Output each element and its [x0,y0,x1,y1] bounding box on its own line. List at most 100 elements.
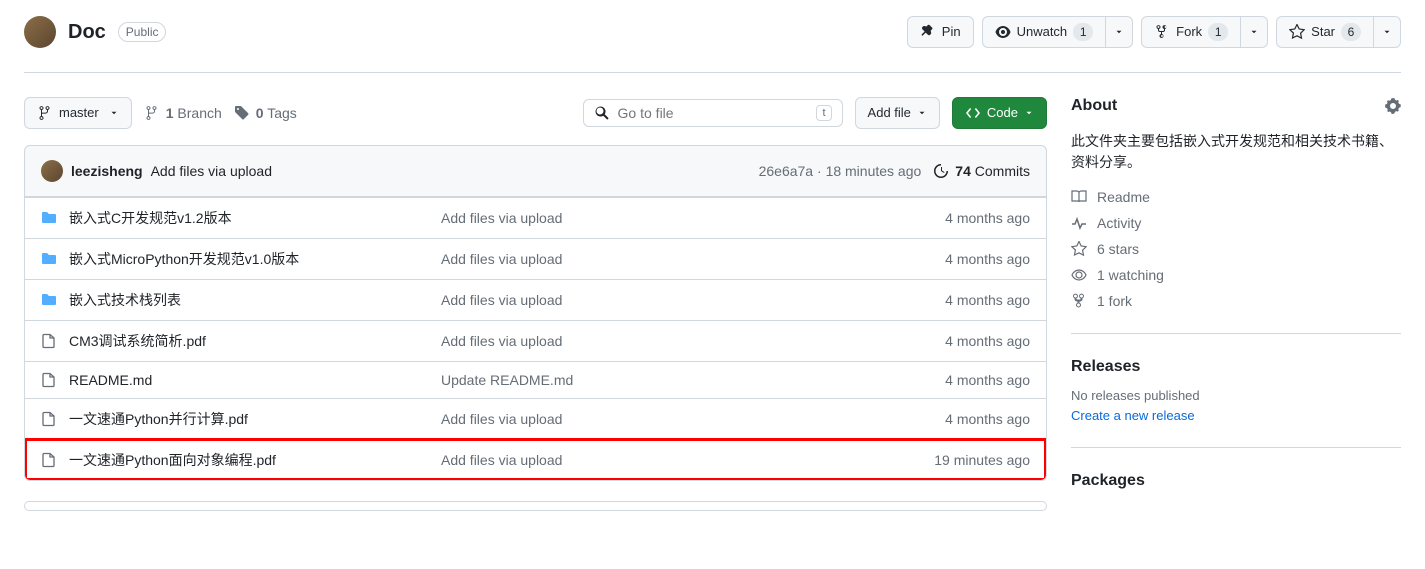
file-commit-message[interactable]: Update README.md [441,372,890,388]
releases-title: Releases [1071,358,1401,376]
activity-link[interactable]: Activity [1071,215,1401,231]
file-date: 19 minutes ago [890,452,1030,468]
star-icon [1071,241,1087,257]
pulse-icon [1071,215,1087,231]
forks-link[interactable]: 1 fork [1071,293,1401,309]
branch-select-button[interactable]: master [24,97,132,129]
pin-icon [920,24,936,40]
chevron-down-icon [1249,27,1259,37]
file-commit-message[interactable]: Add files via upload [441,411,890,427]
file-search[interactable]: t [583,99,843,127]
commit-author-avatar[interactable] [41,160,63,182]
fork-button[interactable]: Fork 1 [1141,16,1241,48]
branch-icon [37,105,53,121]
watch-label: Unwatch [1017,22,1068,42]
file-row[interactable]: 一文速通Python并行计算.pdf Add files via upload4 … [25,398,1046,439]
watch-dropdown[interactable] [1106,16,1133,48]
edit-about-button[interactable] [1385,98,1401,114]
pin-button[interactable]: Pin [907,16,974,48]
star-label: Star [1311,22,1335,42]
file-name[interactable]: 嵌入式技术栈列表 [69,290,181,310]
about-description: 此文件夹主要包括嵌入式开发规范和相关技术书籍、资料分享。 [1071,131,1401,173]
file-row[interactable]: README.md Update README.md4 months ago [25,361,1046,398]
fork-label: Fork [1176,22,1202,42]
watching-link[interactable]: 1 watching [1071,267,1401,283]
eye-icon [1071,267,1087,283]
branches-link[interactable]: 1 Branch [144,105,222,121]
file-date: 4 months ago [890,292,1030,308]
file-icon [41,452,57,468]
visibility-badge: Public [118,22,167,42]
file-commit-message[interactable]: Add files via upload [441,251,890,267]
commit-author[interactable]: leezisheng [71,163,143,179]
star-button[interactable]: Star 6 [1276,16,1374,48]
file-date: 4 months ago [890,372,1030,388]
add-file-button[interactable]: Add file [855,97,940,129]
repo-header: Doc Public Pin Unwatch 1 [24,0,1401,73]
code-icon [965,105,981,121]
file-commit-message[interactable]: Add files via upload [441,333,890,349]
gear-icon [1385,98,1401,114]
file-search-input[interactable] [618,105,809,121]
file-row[interactable]: 一文速通Python面向对象编程.pdf Add files via upload… [25,439,1046,480]
file-date: 4 months ago [890,210,1030,226]
commits-link[interactable]: 74 Commits [933,163,1030,179]
folder-icon [41,292,57,308]
branch-name: master [59,103,99,123]
chevron-down-icon [1114,27,1124,37]
repo-name[interactable]: Doc [68,21,106,44]
fork-count: 1 [1208,23,1228,41]
fork-icon [1154,24,1170,40]
folder-icon [41,251,57,267]
watch-button[interactable]: Unwatch 1 [982,16,1107,48]
tags-link[interactable]: 0 Tags [234,105,297,121]
file-name[interactable]: CM3调试系统简析.pdf [69,331,206,351]
file-commit-message[interactable]: Add files via upload [441,210,890,226]
commit-message[interactable]: Add files via upload [151,163,272,179]
book-icon [1071,189,1087,205]
folder-icon [41,210,57,226]
file-row[interactable]: 嵌入式技术栈列表 Add files via upload4 months ago [25,279,1046,320]
search-icon [594,105,610,121]
file-commit-message[interactable]: Add files via upload [441,292,890,308]
file-date: 4 months ago [890,251,1030,267]
file-name[interactable]: 一文速通Python面向对象编程.pdf [69,450,276,470]
file-date: 4 months ago [890,411,1030,427]
chevron-down-icon [1024,108,1034,118]
files-table: 嵌入式C开发规范v1.2版本Add files via upload4 mont… [24,197,1047,481]
packages-title: Packages [1071,472,1401,490]
readme-panel-top [24,501,1047,511]
star-icon [1289,24,1305,40]
file-name[interactable]: 嵌入式MicroPython开发规范v1.0版本 [69,249,299,269]
create-release-link[interactable]: Create a new release [1071,408,1195,423]
file-name[interactable]: 嵌入式C开发规范v1.2版本 [69,208,232,228]
commit-sha[interactable]: 26e6a7a [759,163,814,179]
file-date: 4 months ago [890,333,1030,349]
pin-label: Pin [942,22,961,42]
file-row[interactable]: 嵌入式MicroPython开发规范v1.0版本 Add files via up… [25,238,1046,279]
stars-link[interactable]: 6 stars [1071,241,1401,257]
owner-avatar[interactable] [24,16,56,48]
code-button[interactable]: Code [952,97,1047,129]
file-row[interactable]: CM3调试系统简析.pdf Add files via upload4 month… [25,320,1046,361]
eye-icon [995,24,1011,40]
file-icon [41,411,57,427]
readme-link[interactable]: Readme [1071,189,1401,205]
branch-icon [144,105,160,121]
no-releases-text: No releases published [1071,388,1401,403]
file-name[interactable]: README.md [69,372,152,388]
fork-dropdown[interactable] [1241,16,1268,48]
file-icon [41,372,57,388]
tag-icon [234,105,250,121]
file-icon [41,333,57,349]
file-row[interactable]: 嵌入式C开发规范v1.2版本 Add files via upload4 mont… [25,197,1046,238]
chevron-down-icon [109,108,119,118]
file-commit-message[interactable]: Add files via upload [441,452,890,468]
commit-time: 18 minutes ago [826,163,922,179]
chevron-down-icon [917,108,927,118]
star-dropdown[interactable] [1374,16,1401,48]
about-title: About [1071,97,1117,115]
watch-count: 1 [1073,23,1093,41]
file-name[interactable]: 一文速通Python并行计算.pdf [69,409,248,429]
latest-commit-bar: leezisheng Add files via upload 26e6a7a … [24,145,1047,197]
